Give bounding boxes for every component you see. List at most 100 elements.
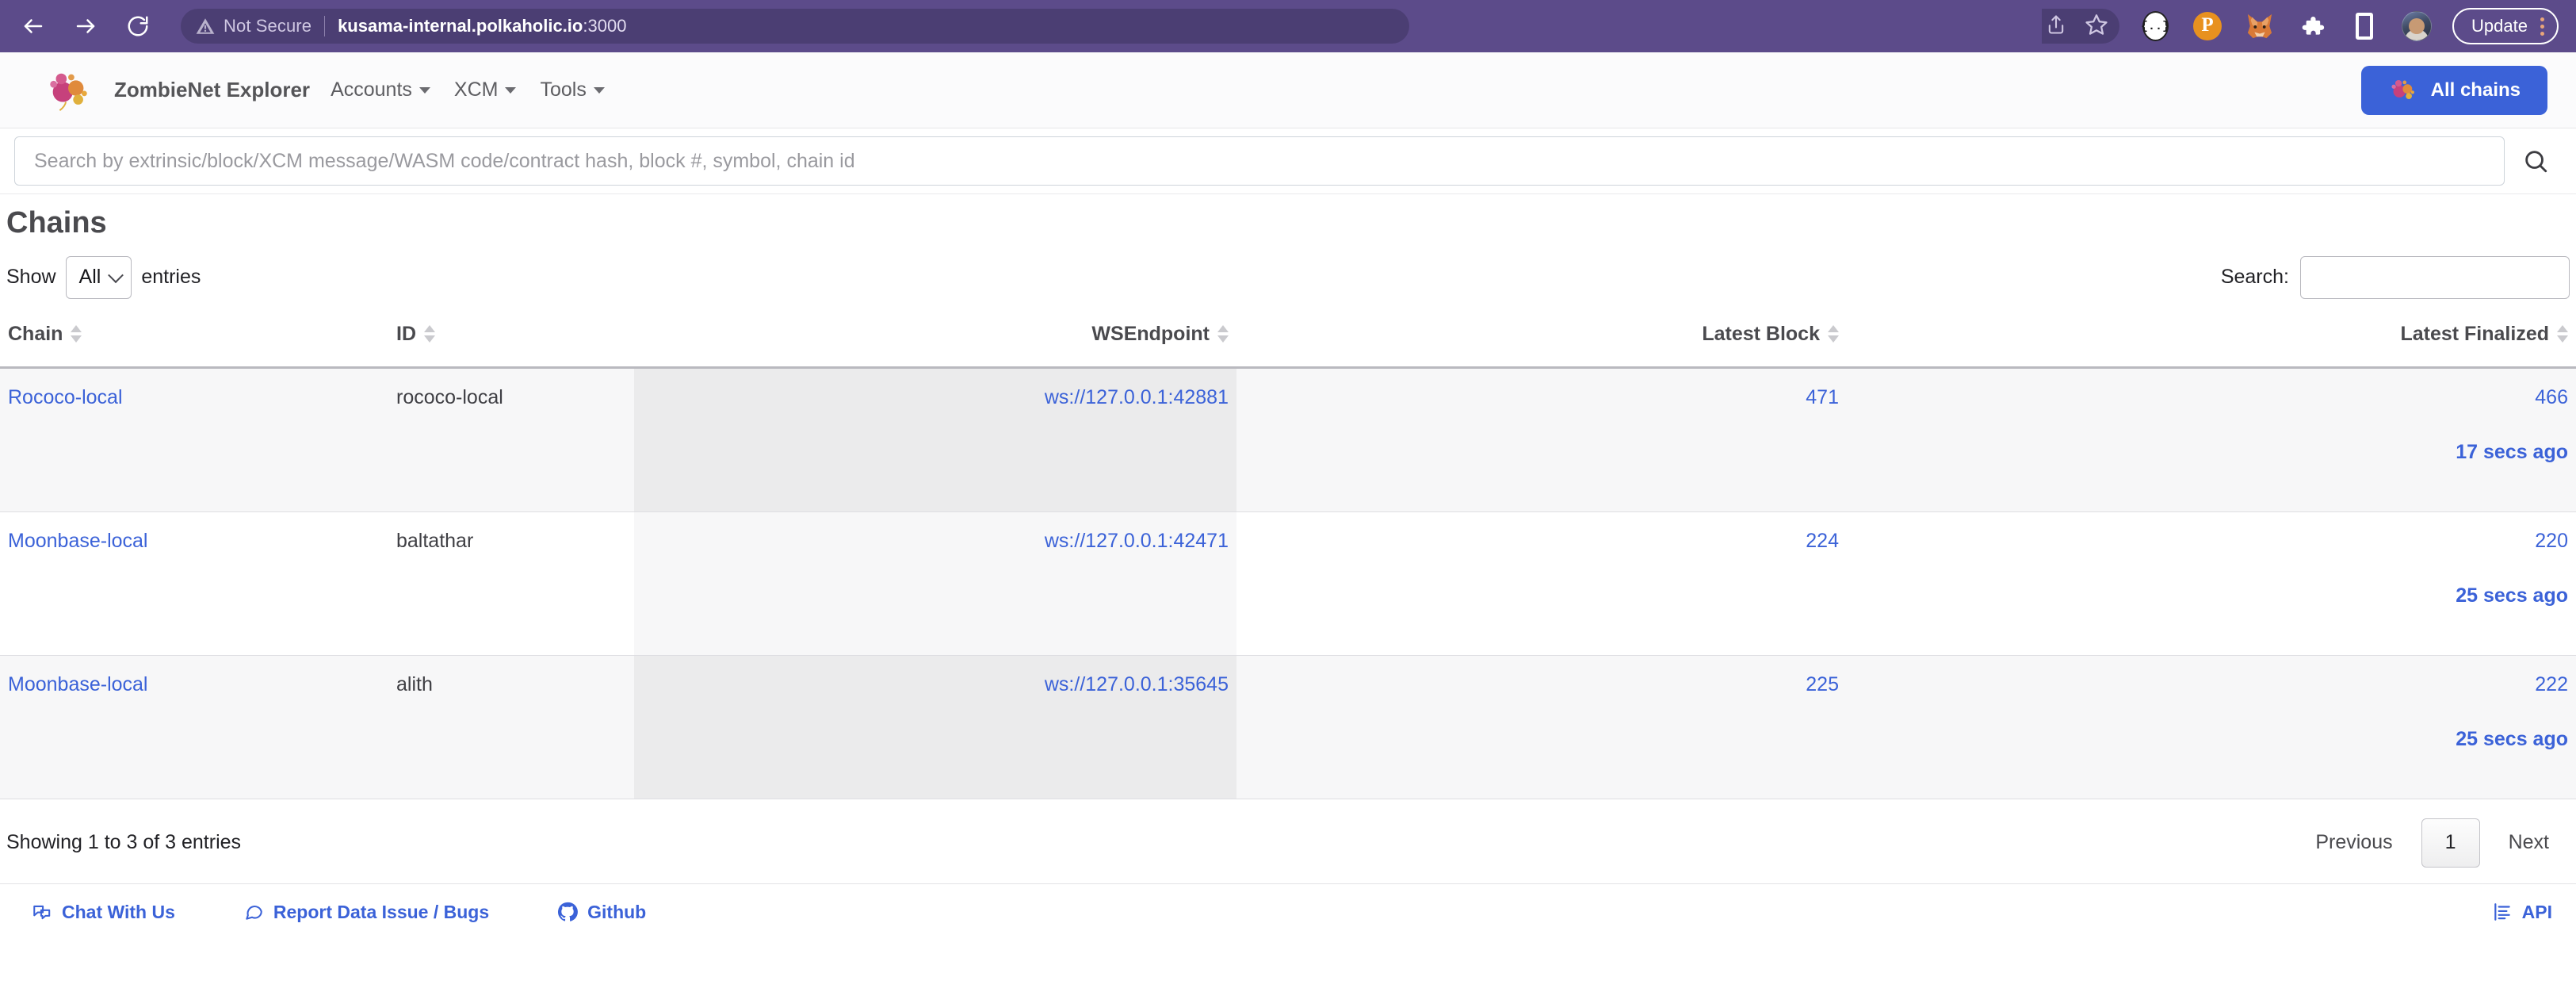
wsendpoint-link[interactable]: ws://127.0.0.1:35645: [1045, 673, 1229, 695]
footer-link-github[interactable]: Github: [557, 902, 646, 923]
pagination-previous[interactable]: Previous: [2295, 818, 2413, 868]
app-header: ZombieNet Explorer Accounts XCM Tools Al…: [0, 52, 2576, 128]
back-arrow-icon[interactable]: [17, 10, 49, 42]
chevron-down-icon: [505, 86, 517, 94]
cell-id: rococo-local: [388, 367, 634, 512]
url-port: :3000: [583, 16, 627, 36]
nav-tools-label: Tools: [540, 79, 587, 101]
cell-latest-finalized: 222 25 secs ago: [1847, 655, 2576, 799]
wsendpoint-link[interactable]: ws://127.0.0.1:42471: [1045, 530, 1229, 552]
global-search-row: [0, 128, 2576, 194]
all-chains-label: All chains: [2430, 79, 2521, 101]
latest-finalized-link[interactable]: 220: [2535, 530, 2568, 552]
entries-select[interactable]: All: [65, 255, 132, 299]
footer-link-chat[interactable]: Chat With Us: [32, 902, 175, 923]
share-icon[interactable]: [2045, 13, 2067, 40]
cell-latest-finalized: 220 25 secs ago: [1847, 511, 2576, 656]
cell-id: alith: [388, 655, 634, 799]
nav-accounts[interactable]: Accounts: [331, 79, 430, 102]
column-header-chain[interactable]: Chain: [0, 311, 388, 369]
update-label: Update: [2471, 16, 2528, 36]
page-content: Chains Show All entries Search: Chain ID…: [0, 194, 2576, 883]
kebab-menu-icon[interactable]: [2540, 17, 2544, 36]
cell-wsendpoint: ws://127.0.0.1:42881: [634, 367, 1236, 512]
pagination-page-1[interactable]: 1: [2421, 818, 2480, 868]
column-header-wsendpoint[interactable]: WSEndpoint: [634, 311, 1236, 369]
all-chains-button[interactable]: All chains: [2360, 65, 2547, 115]
search-input[interactable]: [32, 148, 2486, 174]
chain-link[interactable]: Moonbase-local: [8, 673, 148, 695]
footer-link-api-label: API: [2521, 901, 2552, 922]
cell-chain: Moonbase-local: [0, 511, 388, 656]
star-icon[interactable]: [2085, 13, 2108, 40]
sort-arrows-icon[interactable]: [424, 325, 435, 343]
cell-id: baltathar: [388, 511, 634, 656]
chain-link[interactable]: Rococo-local: [8, 386, 123, 408]
cell-latest-block: 471: [1236, 367, 1847, 512]
table-search-label: Search:: [2220, 266, 2289, 289]
entries-label: entries: [141, 266, 201, 289]
footer-link-github-label: Github: [587, 901, 647, 922]
table-search-input[interactable]: [2300, 255, 2570, 299]
address-bar[interactable]: Not Secure kusama-internal.polkaholic.io…: [181, 9, 1409, 44]
api-doc-icon: [2492, 902, 2513, 922]
polkaholic-logo-small: [2388, 75, 2418, 105]
footer-link-chat-label: Chat With Us: [62, 901, 175, 922]
latest-finalized-link[interactable]: 466: [2535, 386, 2568, 408]
github-icon: [557, 902, 579, 922]
global-search-box[interactable]: [14, 136, 2505, 186]
extensions-puzzle-icon[interactable]: [2297, 11, 2327, 41]
profile-avatar[interactable]: [2402, 11, 2433, 41]
finalized-ago-label: 25 secs ago: [2456, 727, 2568, 750]
finalized-ago-label: 17 secs ago: [2456, 440, 2568, 463]
reload-icon[interactable]: [122, 10, 154, 42]
json-formatter-extension-icon[interactable]: {..}: [2140, 11, 2170, 41]
cell-chain: Moonbase-local: [0, 655, 388, 799]
metamask-extension-icon[interactable]: [2245, 11, 2275, 41]
column-header-latest-finalized[interactable]: Latest Finalized: [1847, 311, 2576, 369]
omnibox-actions: [2042, 9, 2120, 44]
sort-arrows-icon[interactable]: [1828, 325, 1839, 343]
footer-link-api[interactable]: API: [2492, 902, 2552, 923]
latest-block-link[interactable]: 471: [1806, 386, 1839, 408]
omnibox-divider: [324, 16, 326, 36]
nav-xcm[interactable]: XCM: [454, 79, 517, 102]
footer-link-report[interactable]: Report Data Issue / Bugs: [243, 902, 489, 923]
latest-block-link[interactable]: 225: [1806, 673, 1839, 695]
polkaholic-logo[interactable]: [44, 66, 94, 115]
brand-title[interactable]: ZombieNet Explorer: [114, 78, 310, 102]
show-entries-control: Show All entries: [6, 255, 201, 299]
forward-arrow-icon[interactable]: [70, 10, 101, 42]
table-header-row: Chain ID WSEndpoint Latest Block Latest …: [0, 311, 2576, 369]
browser-toolbar-right: {..} P Update: [2042, 8, 2559, 44]
table-row: Moonbase-local baltathar ws://127.0.0.1:…: [0, 511, 2576, 656]
sidebar-toggle-icon[interactable]: [2349, 11, 2379, 41]
sort-arrows-icon[interactable]: [71, 325, 82, 343]
table-row: Moonbase-local alith ws://127.0.0.1:3564…: [0, 655, 2576, 799]
sort-arrows-icon[interactable]: [1217, 325, 1229, 343]
column-header-latest-block[interactable]: Latest Block: [1236, 311, 1847, 369]
pagination-next[interactable]: Next: [2488, 818, 2570, 868]
browser-nav-buttons: [17, 10, 154, 42]
nav-accounts-label: Accounts: [331, 79, 412, 101]
not-secure-label: Not Secure: [224, 16, 312, 36]
column-header-latest-finalized-label: Latest Finalized: [2400, 322, 2549, 345]
cell-chain: Rococo-local: [0, 367, 388, 512]
showing-entries-label: Showing 1 to 3 of 3 entries: [6, 831, 242, 854]
column-header-chain-label: Chain: [8, 322, 63, 345]
search-icon[interactable]: [2522, 147, 2549, 174]
footer-link-report-label: Report Data Issue / Bugs: [273, 901, 490, 922]
latest-finalized-link[interactable]: 222: [2535, 673, 2568, 695]
latest-block-link[interactable]: 224: [1806, 530, 1839, 552]
column-header-id[interactable]: ID: [388, 311, 634, 369]
table-footer: Showing 1 to 3 of 3 entries Previous 1 N…: [0, 799, 2576, 883]
polkadot-extension-icon[interactable]: P: [2192, 11, 2222, 41]
wsendpoint-link[interactable]: ws://127.0.0.1:42881: [1045, 386, 1229, 408]
chain-link[interactable]: Moonbase-local: [8, 530, 148, 552]
table-row: Rococo-local rococo-local ws://127.0.0.1…: [0, 367, 2576, 512]
update-button[interactable]: Update: [2452, 8, 2559, 44]
nav-xcm-label: XCM: [453, 79, 499, 101]
sort-arrows-icon[interactable]: [2557, 325, 2568, 343]
nav-tools[interactable]: Tools: [540, 79, 605, 102]
chevron-down-icon: [108, 266, 124, 283]
